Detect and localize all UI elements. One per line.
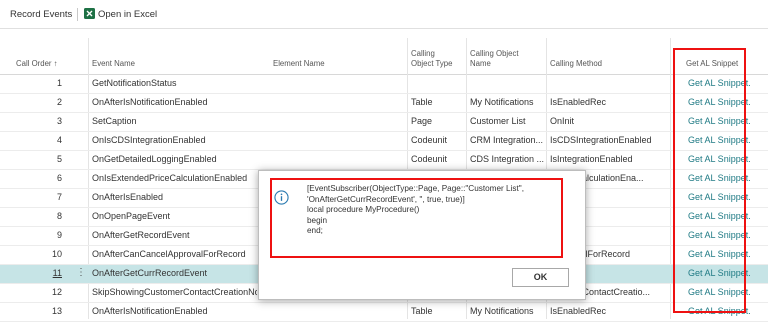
calling-object-name-cell: My Notifications <box>470 97 534 107</box>
table-header: Call Order ↑ Event Name Element Name Cal… <box>0 44 768 75</box>
table-row[interactable]: 2 OnAfterIsNotificationEnabled Table My Not… <box>0 94 768 113</box>
calling-object-type-cell: Table <box>411 97 433 107</box>
row-actions-icon[interactable]: ⋮ <box>76 267 86 278</box>
call-order-cell: 12 <box>51 287 62 297</box>
action-bar: Record Events Open in Excel <box>0 0 768 29</box>
event-name-cell: OnOpenPageEvent <box>92 211 171 221</box>
record-events-button[interactable]: Record Events <box>10 9 72 20</box>
header-calling-object-name[interactable]: Calling Object Name <box>470 49 519 69</box>
calling-object-type-cell: Codeunit <box>411 154 448 164</box>
table-row[interactable]: 13 OnAfterIsNotificationEnabled Table My No… <box>0 303 768 322</box>
calling-method-cell: IsEnabledRec <box>550 97 607 107</box>
call-order-cell: 4 <box>56 135 62 145</box>
header-calling-object-type-line1: Calling <box>411 49 435 58</box>
calling-method-cell: IsIntegrationEnabled <box>550 154 633 164</box>
call-order-cell: 13 <box>51 306 62 316</box>
header-element-name[interactable]: Element Name <box>273 59 325 69</box>
header-calling-object-name-line2: Name <box>470 59 491 68</box>
header-calling-object-name-line1: Calling Object <box>470 49 519 58</box>
snippet-line: [EventSubscriber(ObjectType::Page, Page:… <box>307 184 524 193</box>
al-snippet-text: [EventSubscriber(ObjectType::Page, Page:… <box>307 184 557 237</box>
snippet-line: end; <box>307 226 323 235</box>
event-name-cell: GetNotificationStatus <box>92 78 177 88</box>
calling-object-type-cell: Codeunit <box>411 135 448 145</box>
header-calling-method[interactable]: Calling Method <box>550 59 602 69</box>
header-calling-object-type-line2: Object Type <box>411 59 453 68</box>
snippet-line: begin <box>307 215 328 225</box>
event-name-cell: OnIsExtendedPriceCalculationEnabled <box>92 173 248 183</box>
table-row[interactable]: 1 GetNotificationStatus Get AL Snippet. <box>0 75 768 94</box>
table-row[interactable]: 4 OnIsCDSIntegrationEnabled Codeunit CRM In… <box>0 132 768 151</box>
event-name-cell: OnAfterIsNotificationEnabled <box>92 97 208 107</box>
snippet-line: 'OnAfterGetCurrRecordEvent', '', true, t… <box>307 194 465 204</box>
open-in-excel-button[interactable]: Open in Excel <box>98 9 157 20</box>
ok-button[interactable]: OK <box>512 268 569 287</box>
event-name-cell: OnAfterGetRecordEvent <box>92 230 190 240</box>
call-order-cell: 8 <box>56 211 62 221</box>
call-order-cell: 5 <box>56 154 62 164</box>
call-order-cell: 7 <box>56 192 62 202</box>
calling-object-type-cell: Table <box>411 306 433 316</box>
call-order-cell: 3 <box>56 116 62 126</box>
header-calling-object-type[interactable]: Calling Object Type <box>411 49 452 69</box>
event-name-cell: OnAfterIsNotificationEnabled <box>92 306 208 316</box>
calling-object-name-cell: CRM Integration... <box>470 135 544 145</box>
call-order-cell: 2 <box>56 97 62 107</box>
call-order-cell: 10 <box>51 249 62 259</box>
event-name-cell: OnAfterGetCurrRecordEvent <box>92 268 208 278</box>
calling-method-cell: IsCDSIntegrationEnabled <box>550 135 652 145</box>
excel-icon <box>84 8 95 19</box>
header-event-name[interactable]: Event Name <box>92 59 135 69</box>
toolbar-divider <box>77 8 78 21</box>
table-row[interactable]: 3 SetCaption Page Customer List OnInit Get AL… <box>0 113 768 132</box>
calling-object-name-cell: CDS Integration ... <box>470 154 545 164</box>
snippet-column-highlight <box>673 48 746 313</box>
header-call-order[interactable]: Call Order ↑ <box>16 59 58 69</box>
call-order-cell: 6 <box>56 173 62 183</box>
calling-object-name-cell: Customer List <box>470 116 526 126</box>
calling-object-type-cell: Page <box>411 116 433 126</box>
event-name-cell: OnIsCDSIntegrationEnabled <box>92 135 206 145</box>
snippet-line: local procedure MyProcedure() <box>307 205 420 214</box>
event-name-cell: SetCaption <box>92 116 137 126</box>
call-order-cell: 11 <box>52 268 62 278</box>
call-order-cell: 1 <box>56 78 62 88</box>
table-row[interactable]: 5 OnGetDetailedLoggingEnabled Codeunit CDS … <box>0 151 768 170</box>
event-name-cell: SkipShowingCustomerContactCreationNo <box>92 287 257 297</box>
calling-method-cell: IsEnabledRec <box>550 306 607 316</box>
al-snippet-dialog: [EventSubscriber(ObjectType::Page, Page:… <box>258 170 586 300</box>
event-name-cell: OnAfterCanCancelApprovalForRecord <box>92 249 246 259</box>
event-name-cell: OnGetDetailedLoggingEnabled <box>92 154 217 164</box>
call-order-cell: 9 <box>56 230 62 240</box>
event-name-cell: OnAfterIsEnabled <box>92 192 164 202</box>
calling-method-cell: OnInit <box>550 116 575 126</box>
calling-object-name-cell: My Notifications <box>470 306 534 316</box>
